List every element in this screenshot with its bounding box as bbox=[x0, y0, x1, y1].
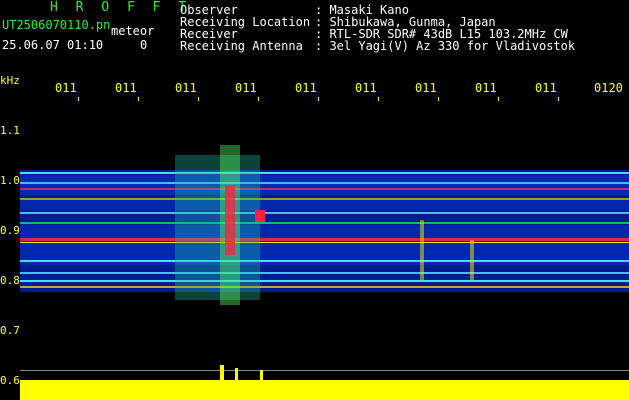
time-tick-label: 011 bbox=[535, 81, 557, 95]
time-tick-label: 0120 bbox=[594, 81, 623, 95]
image-filename: UT2506070110.pn bbox=[2, 18, 111, 32]
meteor-echo bbox=[420, 220, 424, 280]
signal-level-spike bbox=[260, 370, 263, 380]
carrier-line bbox=[20, 182, 629, 184]
carrier-line bbox=[20, 260, 629, 262]
time-tick-label: 011 bbox=[55, 81, 77, 95]
carrier-line bbox=[20, 198, 629, 200]
noise-layer bbox=[20, 225, 629, 265]
carrier-line bbox=[20, 238, 629, 241]
carrier-line bbox=[20, 212, 629, 214]
carrier-line bbox=[20, 280, 629, 282]
spectrogram bbox=[20, 145, 629, 400]
carrier-line bbox=[20, 172, 629, 174]
observation-datetime: 25.06.07 01:10 bbox=[2, 38, 104, 52]
meteor-echo bbox=[175, 155, 260, 300]
freq-label: 1.1 bbox=[0, 124, 20, 137]
time-tick-label: 011 bbox=[295, 81, 317, 95]
frequency-unit: kHz bbox=[0, 74, 20, 87]
meteor-echo bbox=[255, 210, 265, 222]
signal-level-bar bbox=[20, 380, 629, 400]
time-tick-label: 011 bbox=[355, 81, 377, 95]
meteor-count: 0 bbox=[140, 38, 148, 52]
carrier-line bbox=[20, 188, 629, 190]
carrier-line bbox=[20, 286, 629, 288]
carrier-line bbox=[20, 222, 629, 224]
time-tick-label: 011 bbox=[475, 81, 497, 95]
brand-title: H R O F F T bbox=[50, 0, 192, 15]
carrier-line bbox=[20, 272, 629, 274]
meteor-label: meteor bbox=[111, 24, 155, 38]
time-tick-label: 011 bbox=[415, 81, 437, 95]
meteor-echo bbox=[470, 240, 474, 280]
freq-label: 1.0 bbox=[0, 174, 20, 187]
noise-layer bbox=[20, 200, 629, 210]
carrier-line bbox=[20, 242, 629, 243]
freq-label: 0.7 bbox=[0, 324, 20, 337]
meteor-echo bbox=[225, 185, 235, 255]
antenna-label: Receiving Antenna bbox=[180, 39, 303, 53]
signal-level-spike bbox=[220, 365, 224, 380]
signal-level-spike bbox=[235, 368, 238, 380]
time-tick-label: 011 bbox=[115, 81, 137, 95]
time-tick-label: 011 bbox=[235, 81, 257, 95]
level-baseline bbox=[20, 370, 629, 371]
noise-layer bbox=[20, 175, 629, 195]
antenna-value: : 3el Yagi(V) Az 330 for Vladivostok bbox=[315, 39, 576, 53]
time-tick-label: 011 bbox=[175, 81, 197, 95]
freq-label: 0.8 bbox=[0, 274, 20, 287]
freq-label: 0.6 bbox=[0, 374, 20, 387]
freq-label: 0.9 bbox=[0, 224, 20, 237]
